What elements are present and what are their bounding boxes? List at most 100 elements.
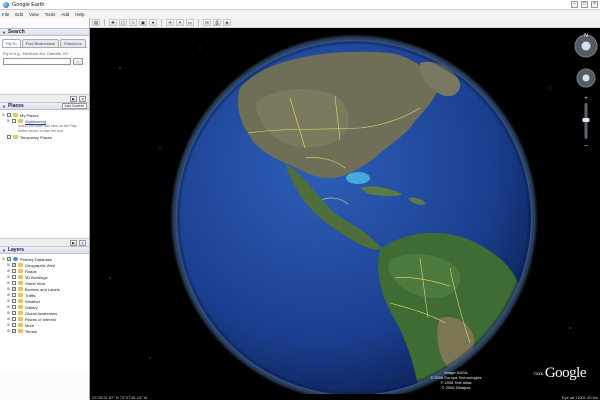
- google-maps-icon[interactable]: ◈: [223, 19, 231, 26]
- list-icon[interactable]: ≡: [79, 239, 86, 246]
- search-results-area: [0, 66, 89, 94]
- tab-find-businesses[interactable]: Find Businesses: [21, 39, 59, 47]
- layer-label: Roads: [25, 268, 37, 274]
- path-icon[interactable]: ∿: [129, 19, 137, 26]
- play-tour-icon[interactable]: ▶: [70, 239, 77, 246]
- polygon-icon[interactable]: ⬠: [119, 19, 127, 26]
- window-titlebar: Google Earth – □ ×: [0, 0, 600, 10]
- layer-checkbox[interactable]: [12, 305, 16, 309]
- print-icon[interactable]: ⎙: [213, 19, 221, 26]
- close-button[interactable]: ×: [591, 1, 598, 8]
- copyright-line: © 2008 DMapas: [441, 385, 471, 390]
- folder-icon: [18, 275, 23, 279]
- maximize-button[interactable]: □: [581, 1, 588, 8]
- folder-icon: [18, 299, 23, 303]
- fly-to-input[interactable]: [3, 58, 71, 65]
- menu-edit[interactable]: Edit: [15, 12, 23, 17]
- image-overlay-icon[interactable]: ▣: [139, 19, 147, 26]
- menu-bar: File Edit View Tools Add Help: [0, 10, 600, 18]
- menu-tools[interactable]: Tools: [45, 12, 56, 17]
- svg-text:N: N: [584, 33, 588, 39]
- layer-label: Terrain: [25, 328, 38, 334]
- folder-icon: [18, 317, 23, 321]
- eye-altitude: Eye alt 11001.40 km: [561, 394, 598, 400]
- sky-icon[interactable]: ✦: [176, 19, 184, 26]
- layers-panel-header[interactable]: ▼ Layers: [0, 246, 89, 254]
- search-nav-row: ▶ ≡: [0, 94, 89, 102]
- checkbox[interactable]: [7, 113, 11, 117]
- layer-checkbox[interactable]: [12, 293, 16, 297]
- layer-checkbox[interactable]: ✓: [12, 329, 16, 333]
- email-icon[interactable]: ✉: [203, 19, 211, 26]
- sidebar-toggle-icon[interactable]: ▤: [92, 19, 100, 26]
- tab-directions[interactable]: Directions: [59, 39, 86, 47]
- navigation-controls[interactable]: N + −: [574, 33, 598, 150]
- logo-text: Google: [544, 365, 587, 381]
- earth-globe[interactable]: N + −: [90, 28, 600, 394]
- checkbox[interactable]: [12, 119, 16, 123]
- tab-fly-to[interactable]: Fly To: [2, 39, 21, 47]
- places-nav-row: ▶ ≡: [0, 238, 89, 246]
- collapse-triangle-icon[interactable]: ▼: [2, 248, 6, 253]
- search-panel-header[interactable]: ▼ Search: [0, 28, 89, 36]
- menu-help[interactable]: Help: [75, 12, 84, 17]
- google-logo: ©2008 Google: [533, 365, 586, 382]
- checkbox[interactable]: [7, 135, 11, 139]
- layer-checkbox[interactable]: ✓: [7, 257, 11, 261]
- sidebar: ▼ Search Fly To Find Businesses Directio…: [0, 18, 90, 400]
- layer-checkbox[interactable]: ✓: [12, 287, 16, 291]
- globe-icon: [13, 257, 18, 261]
- menu-view[interactable]: View: [29, 12, 39, 17]
- window-title: Google Earth: [12, 1, 45, 8]
- layer-label: Global Awareness: [25, 310, 58, 316]
- layer-checkbox[interactable]: [12, 275, 16, 279]
- google-earth-app-icon: [3, 1, 9, 8]
- layer-checkbox[interactable]: [12, 317, 16, 321]
- record-tour-icon[interactable]: ●: [149, 19, 157, 26]
- folder-icon: [18, 119, 23, 123]
- play-tour-icon[interactable]: ▶: [70, 95, 77, 102]
- folder-icon: [18, 263, 23, 267]
- placemark-icon[interactable]: ✚: [109, 19, 117, 26]
- layer-checkbox[interactable]: [12, 269, 16, 273]
- layer-label: Geographic Web: [25, 262, 55, 268]
- menu-file[interactable]: File: [2, 12, 9, 17]
- sun-icon[interactable]: ☀: [166, 19, 174, 26]
- zoom-out-icon: −: [584, 143, 588, 150]
- list-icon[interactable]: ≡: [79, 95, 86, 102]
- status-bar: 23°28'31.87" N 73°37'45.24" W Eye alt 11…: [90, 394, 600, 400]
- layer-checkbox[interactable]: [12, 281, 16, 285]
- layer-item[interactable]: ⊞ ✓ Terrain: [2, 328, 87, 334]
- tree-item-label[interactable]: Sightseeing: [25, 119, 46, 124]
- places-panel-title: Places: [7, 103, 24, 109]
- search-go-button[interactable]: ›: [73, 58, 83, 65]
- layer-checkbox[interactable]: [12, 311, 16, 315]
- layer-checkbox[interactable]: [12, 323, 16, 327]
- collapse-triangle-icon[interactable]: ▼: [2, 104, 6, 109]
- zoom-in-icon: +: [584, 96, 588, 102]
- layer-label: Street View: [25, 280, 46, 286]
- layer-label: Places of Interest: [25, 316, 56, 322]
- tree-item-label: Temporary Places: [20, 134, 53, 140]
- earth-3d-viewport[interactable]: N + − Image NASA © 2008 Europa Technolog…: [90, 28, 600, 394]
- menu-add[interactable]: Add: [61, 12, 69, 17]
- add-content-button[interactable]: Add Content: [61, 103, 87, 109]
- tree-item-temporary-places[interactable]: Temporary Places: [2, 134, 87, 140]
- folder-icon: [18, 287, 23, 291]
- places-panel-header[interactable]: ▼ Places Add Content: [0, 102, 89, 110]
- folder-icon: [18, 281, 23, 285]
- fly-to-row: ›: [0, 57, 89, 66]
- collapse-triangle-icon[interactable]: ▼: [2, 30, 6, 35]
- ruler-icon[interactable]: ▭: [186, 19, 194, 26]
- folder-icon: [18, 323, 23, 327]
- search-panel-title: Search: [7, 29, 25, 35]
- folder-icon: [18, 305, 23, 309]
- layers-panel-title: Layers: [7, 247, 25, 253]
- layer-checkbox[interactable]: ✓: [12, 263, 16, 267]
- minimize-button[interactable]: –: [571, 1, 578, 8]
- toolbar-separator: [198, 19, 199, 26]
- zoom-slider-handle: [582, 118, 590, 122]
- layer-checkbox[interactable]: [12, 299, 16, 303]
- folder-icon: [13, 113, 18, 117]
- places-tree: ⊟ My Places ⊞ Sightseeing Select the fol…: [0, 110, 89, 238]
